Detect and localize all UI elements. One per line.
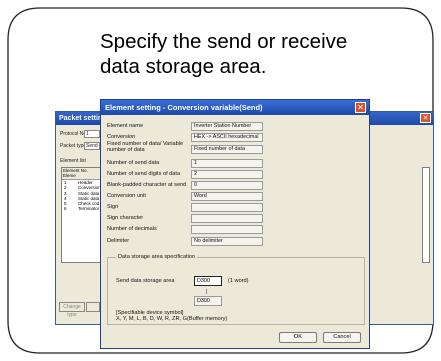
- element-setting-dialog: Element setting - Conversion variable(Se…: [100, 99, 370, 349]
- dialog-title: Element setting - Conversion variable(Se…: [101, 100, 369, 115]
- note-line-2: X, Y, M, L, B, D, W, R, ZR, G(Buffer mem…: [116, 316, 228, 322]
- field-label: Sign: [107, 204, 119, 210]
- caption-line-2: data storage area.: [100, 55, 267, 78]
- field-label: Blank-padded character at send: [107, 182, 187, 188]
- row-element: Terminator: [78, 206, 100, 212]
- change-type-button[interactable]: Change type: [59, 302, 85, 318]
- field-value: Inverter Station Number: [191, 122, 263, 131]
- ok-button[interactable]: OK: [279, 332, 317, 343]
- storage-unit: (1 word): [228, 278, 249, 284]
- group-title: Data storage area specification: [116, 254, 198, 261]
- field-value: Word: [191, 192, 263, 201]
- field-value: 1: [191, 159, 263, 168]
- packet-type-field: Send: [84, 142, 100, 150]
- field-label: Number of decimals: [107, 226, 157, 232]
- row-element: Conversion: [78, 185, 101, 191]
- field-value: No delimiter: [191, 237, 263, 246]
- field-value: Fixed number of data: [191, 145, 263, 154]
- element-list-row[interactable]: 6 Terminator: [62, 206, 102, 211]
- field-value: [191, 203, 263, 212]
- protocol-field: 1: [84, 130, 100, 138]
- field-value: 0: [191, 181, 263, 190]
- range-end-field: D300: [194, 296, 222, 306]
- field-label: Sign character: [107, 215, 144, 221]
- caption-line-1: Specify the send or receive: [100, 30, 348, 53]
- field-value: [191, 225, 263, 234]
- dialog-close-icon[interactable]: ✕: [355, 102, 366, 113]
- secondary-button[interactable]: [86, 302, 100, 312]
- header-element: Eleme: [63, 173, 76, 178]
- field-label: Delimiter: [107, 238, 130, 244]
- row-element: Static data: [78, 195, 100, 201]
- row-number: 6: [64, 206, 67, 212]
- row-element: Static data: [78, 190, 100, 196]
- field-value: HEX -> ASCII hexadecimal: [191, 133, 263, 142]
- caption: Specify the send or receive data storage…: [100, 29, 400, 79]
- field-label: Number of send data: [107, 160, 160, 166]
- element-list[interactable]: Element No. Eleme 1 Header 2 Conversion 3 Sta…: [61, 167, 103, 263]
- row-element: Header: [78, 180, 93, 185]
- field-value: [191, 214, 263, 223]
- field-label: Conversion: [107, 134, 136, 140]
- field-label: Conversion unit: [107, 193, 146, 199]
- packet-window-close-icon[interactable]: ✕: [420, 113, 431, 123]
- range-separator: |: [206, 289, 208, 295]
- storage-input[interactable]: D300: [194, 276, 222, 286]
- field-label: Fixed number of data/ Variable number of…: [107, 141, 184, 154]
- data-storage-group: Data storage area specification Send dat…: [107, 254, 365, 325]
- row-element: Check cod: [78, 201, 100, 207]
- packet-window-right-pane: [422, 167, 430, 263]
- packet-type-label: Packet type: [60, 143, 87, 149]
- element-list-label: Element list: [60, 158, 86, 164]
- element-list-header: Element No. Eleme: [62, 168, 102, 180]
- field-value: 2: [191, 170, 263, 179]
- field-label: Number of send digits of data: [107, 171, 181, 177]
- cancel-button[interactable]: Cancel: [323, 332, 361, 343]
- field-label: Element name: [107, 123, 144, 129]
- storage-label: Send data storage area: [116, 278, 175, 284]
